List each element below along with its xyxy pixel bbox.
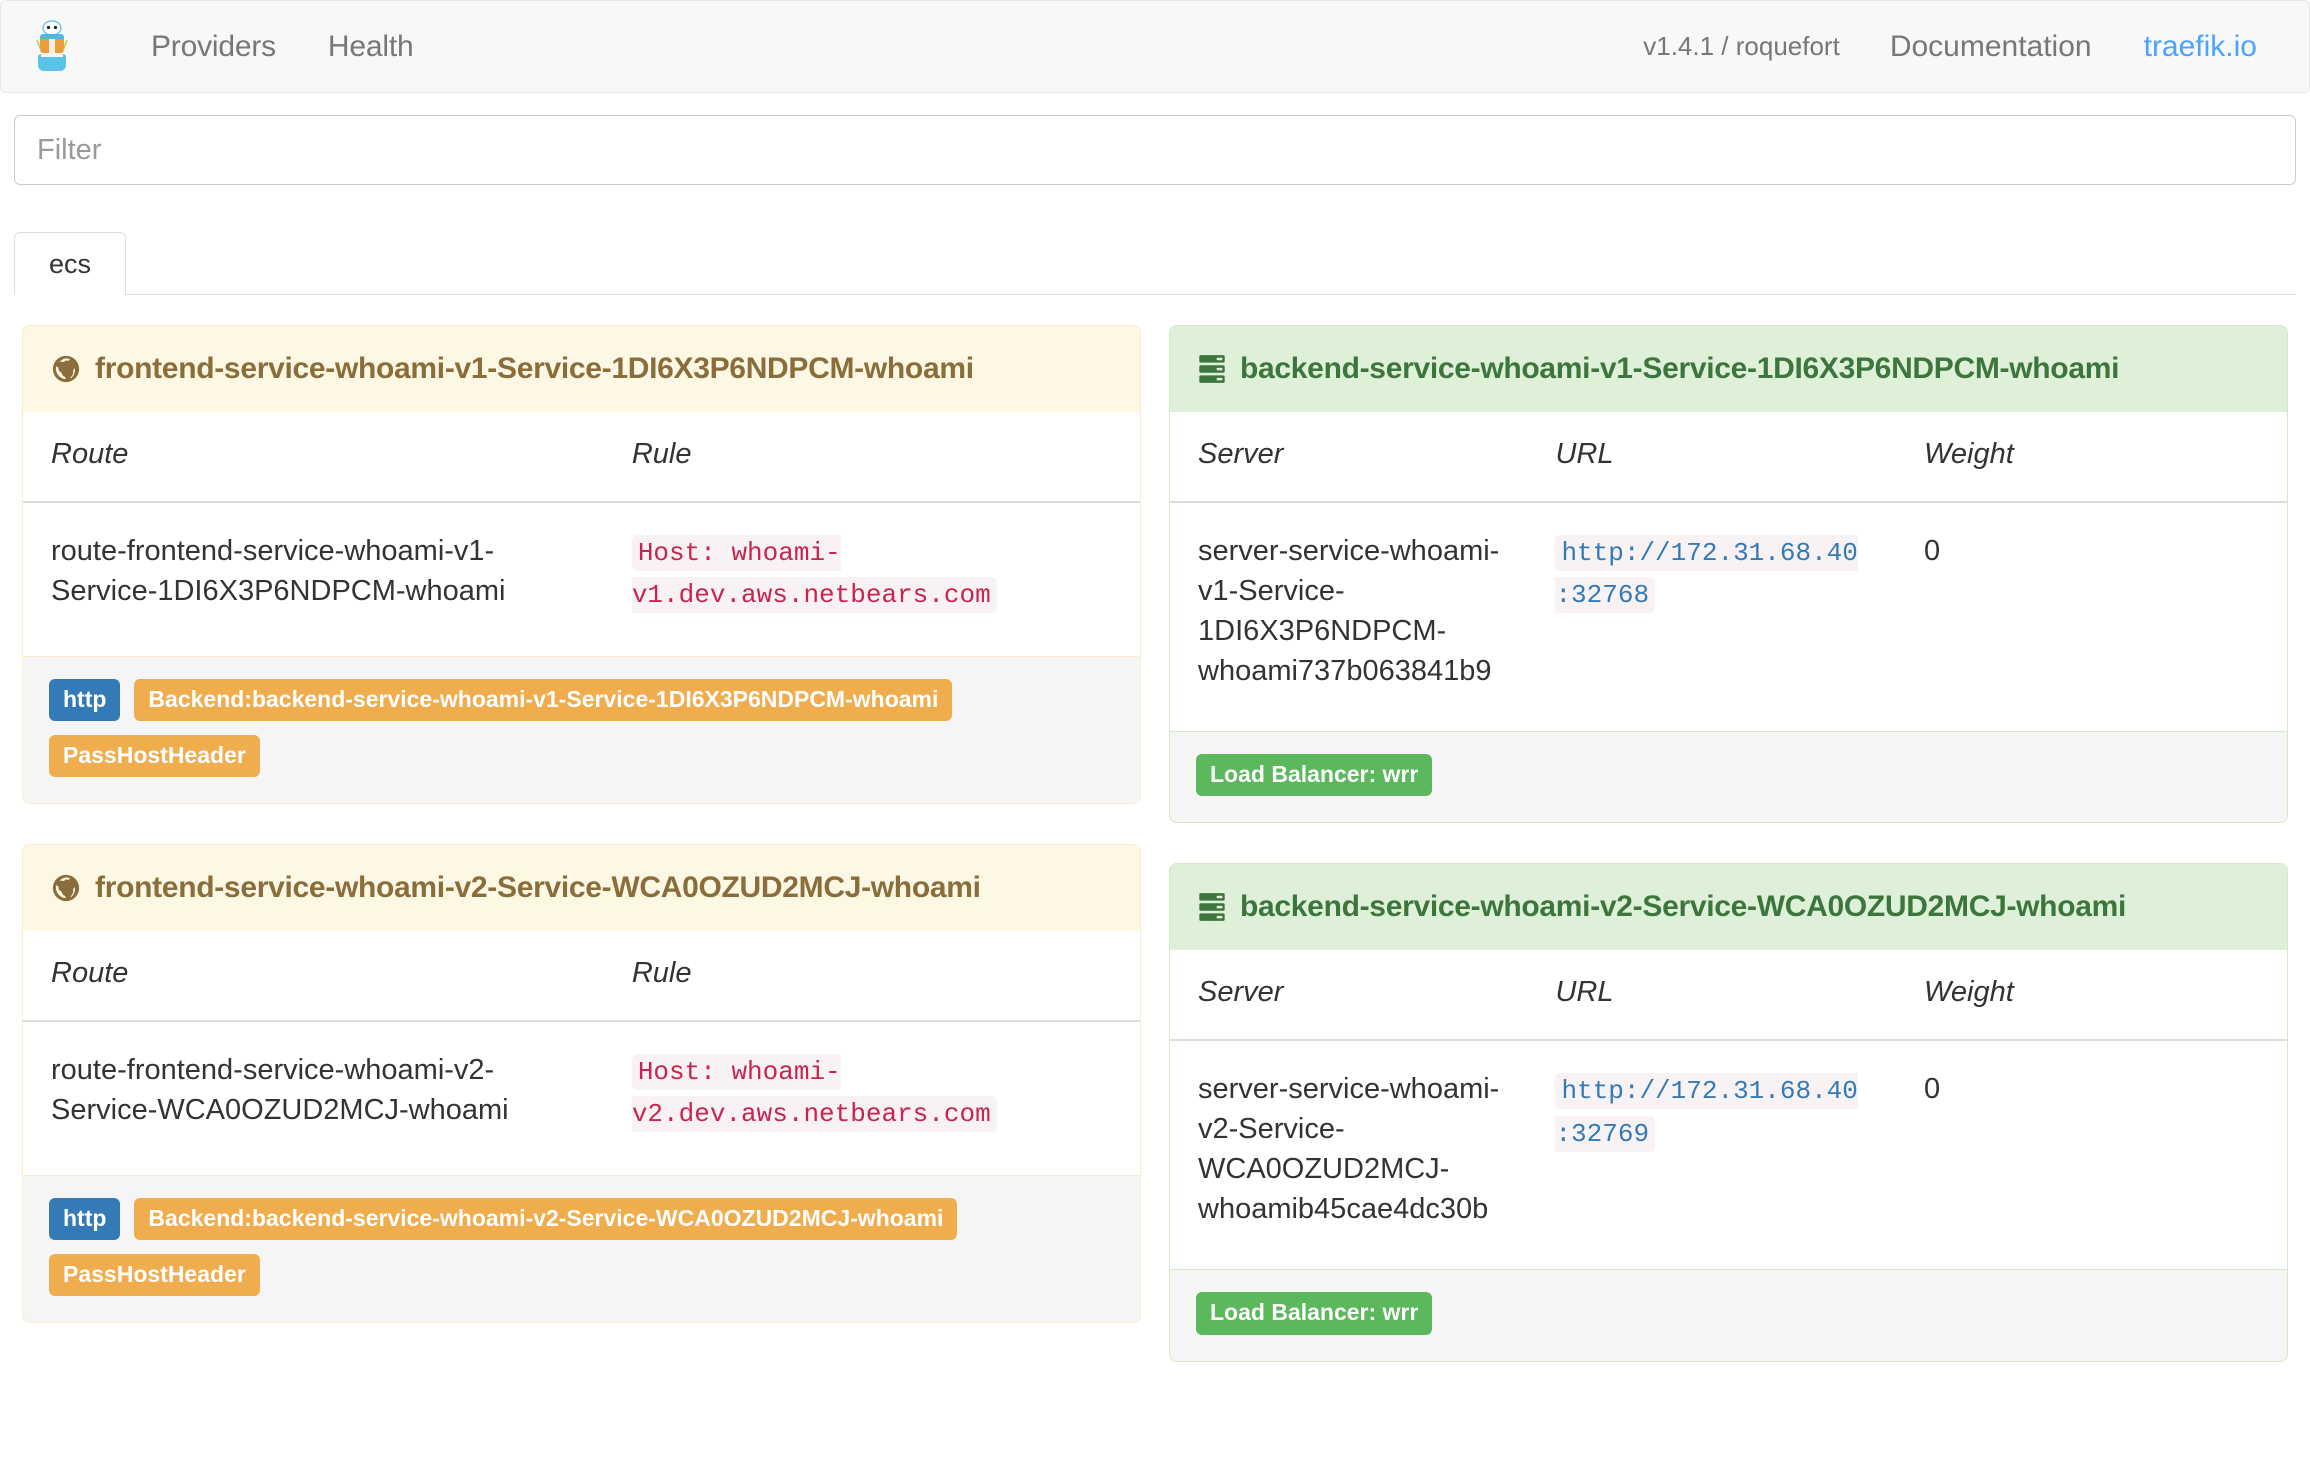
badge-entrypoint: http	[49, 1197, 121, 1241]
server-weight-cell: 0	[1924, 1073, 1941, 1106]
frontend-panel-body: Route Rule route-frontend-service-whoami…	[23, 412, 1140, 656]
badge-backend: Backend:backend-service-whoami-v2-Servic…	[134, 1197, 958, 1241]
column-header-route: Route	[23, 931, 604, 1023]
column-header-server: Server	[1170, 412, 1528, 503]
route-rule-code: Host: whoami-v2.dev.aws.netbears.com	[631, 1054, 997, 1133]
backend-panel-body: Server URL Weight server-service-whoami-…	[1170, 950, 2287, 1270]
table-header-row: Route Rule	[23, 412, 1140, 503]
backend-panel-footer: Load Balancer: wrr	[1170, 1269, 2287, 1361]
column-header-weight: Weight	[1896, 412, 2287, 503]
nav-link-providers[interactable]: Providers	[125, 30, 302, 64]
tab-ecs[interactable]: ecs	[14, 232, 127, 295]
backend-panel: backend-service-whoami-v2-Service-WCA0OZ…	[1169, 863, 2288, 1362]
frontend-routes-table: Route Rule route-frontend-service-whoami…	[23, 412, 1140, 656]
column-header-server: Server	[1170, 950, 1528, 1042]
frontend-panel: frontend-service-whoami-v1-Service-1DI6X…	[22, 325, 1141, 805]
table-header-row: Server URL Weight	[1170, 412, 2287, 503]
server-icon	[1198, 892, 1226, 922]
route-name-cell: route-frontend-service-whoami-v1-Service…	[51, 535, 506, 608]
route-rule-cell: Host: whoami-v2.dev.aws.netbears.com	[604, 1021, 1140, 1175]
server-url-code: http://172.31.68.40:32768	[1555, 535, 1858, 614]
frontends-column: frontend-service-whoami-v1-Service-1DI6X…	[8, 325, 1155, 1402]
backend-panel-heading: backend-service-whoami-v1-Service-1DI6X3…	[1170, 326, 2287, 412]
frontend-panel-footer: http Backend:backend-service-whoami-v2-S…	[23, 1174, 1140, 1323]
traefik-gopher-logo-icon	[35, 19, 69, 74]
version-label: v1.4.1 / roquefort	[1643, 31, 1840, 61]
table-header-row: Server URL Weight	[1170, 950, 2287, 1042]
frontend-panel-title: frontend-service-whoami-v1-Service-1DI6X…	[95, 352, 974, 385]
frontend-routes-table: Route Rule route-frontend-service-whoami…	[23, 931, 1140, 1175]
frontend-panel: frontend-service-whoami-v2-Service-WCA0O…	[22, 844, 1141, 1324]
provider-tabs: ecs	[14, 227, 2296, 295]
badge-load-balancer: Load Balancer: wrr	[1196, 754, 1433, 797]
column-header-rule: Rule	[603, 412, 1140, 503]
nav-link-health[interactable]: Health	[302, 30, 440, 64]
column-header-url: URL	[1527, 412, 1897, 503]
frontend-panel-heading: frontend-service-whoami-v1-Service-1DI6X…	[23, 326, 1140, 412]
badge-backend: Backend:backend-service-whoami-v1-Servic…	[134, 678, 953, 721]
filter-input[interactable]	[14, 115, 2296, 185]
backend-servers-table: Server URL Weight server-service-whoami-…	[1170, 412, 2287, 732]
server-name-cell: server-service-whoami-v1-Service-1DI6X3P…	[1198, 535, 1500, 688]
column-header-route: Route	[23, 412, 604, 503]
backend-panel-heading: backend-service-whoami-v2-Service-WCA0OZ…	[1170, 864, 2287, 951]
server-weight-cell: 0	[1924, 535, 1941, 567]
badge-passhostheader: PassHostHeader	[49, 734, 260, 778]
backend-servers-table: Server URL Weight server-service-whoami-…	[1170, 950, 2287, 1270]
backend-panel: backend-service-whoami-v1-Service-1DI6X3…	[1169, 325, 2288, 824]
table-header-row: Route Rule	[23, 931, 1140, 1023]
route-name-cell: route-frontend-service-whoami-v2-Service…	[51, 1054, 509, 1127]
server-url-code: http://172.31.68.40:32769	[1555, 1073, 1858, 1152]
nav-link-documentation[interactable]: Documentation	[1864, 30, 2118, 64]
server-url-cell: http://172.31.68.40:32768	[1527, 502, 1896, 731]
filter-container	[0, 93, 2310, 185]
main-content: frontend-service-whoami-v1-Service-1DI6X…	[0, 295, 2310, 1402]
server-icon	[1198, 354, 1226, 384]
backend-panel-title: backend-service-whoami-v2-Service-WCA0OZ…	[1240, 890, 2127, 924]
globe-icon	[51, 873, 81, 903]
frontend-panel-footer: http Backend:backend-service-whoami-v1-S…	[23, 655, 1140, 804]
backend-panel-body: Server URL Weight server-service-whoami-…	[1170, 412, 2287, 732]
frontend-panel-heading: frontend-service-whoami-v2-Service-WCA0O…	[23, 845, 1140, 932]
nav-link-traefik-io[interactable]: traefik.io	[2118, 30, 2279, 64]
server-url-cell: http://172.31.68.40:32769	[1527, 1040, 1896, 1269]
navbar-secondary-links: v1.4.1 / roquefort Documentation traefik…	[1619, 30, 2279, 64]
backends-column: backend-service-whoami-v1-Service-1DI6X3…	[1155, 325, 2302, 1402]
table-row: route-frontend-service-whoami-v1-Service…	[23, 502, 1140, 656]
route-rule-cell: Host: whoami-v1.dev.aws.netbears.com	[604, 502, 1140, 656]
badge-entrypoint: http	[49, 678, 121, 721]
badge-passhostheader: PassHostHeader	[49, 1254, 260, 1297]
server-name-cell: server-service-whoami-v2-Service-WCA0OZU…	[1198, 1073, 1500, 1226]
badge-load-balancer: Load Balancer: wrr	[1196, 1292, 1433, 1335]
table-row: server-service-whoami-v1-Service-1DI6X3P…	[1170, 502, 2287, 731]
column-header-rule: Rule	[603, 931, 1140, 1023]
frontend-panel-body: Route Rule route-frontend-service-whoami…	[23, 931, 1140, 1175]
route-rule-code: Host: whoami-v1.dev.aws.netbears.com	[631, 535, 997, 614]
backend-panel-title: backend-service-whoami-v1-Service-1DI6X3…	[1240, 352, 2120, 385]
navbar: Providers Health v1.4.1 / roquefort Docu…	[0, 0, 2310, 93]
table-row: route-frontend-service-whoami-v2-Service…	[23, 1021, 1140, 1175]
backend-panel-footer: Load Balancer: wrr	[1170, 731, 2287, 823]
table-row: server-service-whoami-v2-Service-WCA0OZU…	[1170, 1040, 2287, 1269]
globe-icon	[51, 354, 81, 384]
navbar-primary-links: Providers Health	[125, 30, 439, 64]
column-header-weight: Weight	[1896, 950, 2287, 1042]
column-header-url: URL	[1527, 950, 1897, 1042]
traefik-gopher-logo-link[interactable]	[27, 16, 77, 78]
frontend-panel-title: frontend-service-whoami-v2-Service-WCA0O…	[95, 871, 981, 905]
